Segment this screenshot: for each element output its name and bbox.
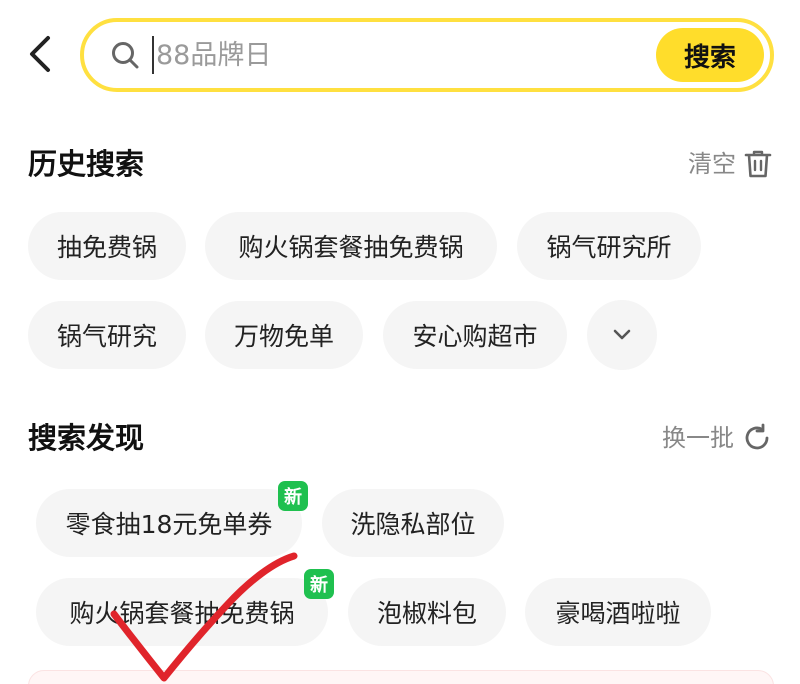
top-bar: 搜索 [0,0,800,110]
history-chip[interactable]: 购火锅套餐抽免费锅 [205,212,497,280]
discover-chip[interactable]: 豪喝酒啦啦 [525,578,711,646]
history-chip[interactable]: 锅气研究 [28,301,186,369]
discover-chip[interactable]: 零食抽18元免单券 [36,489,302,557]
new-badge: 新 [278,481,308,511]
clear-history-button[interactable]: 清空 [688,142,772,186]
discover-chip-label: 泡椒料包 [376,599,477,628]
history-title: 历史搜索 [28,147,145,181]
history-chip[interactable]: 安心购超市 [383,301,567,369]
trash-icon [744,150,772,178]
discover-chip[interactable]: 购火锅套餐抽免费锅 [36,578,328,646]
chevron-down-icon [613,329,631,340]
discover-chip[interactable]: 泡椒料包 [348,578,506,646]
text-cursor [152,36,154,74]
new-badge: 新 [304,569,334,599]
back-button[interactable] [22,34,58,74]
bottom-card-edge [28,670,774,684]
discover-chip[interactable]: 洗隐私部位 [322,489,504,557]
search-icon [112,42,139,69]
discover-chip-label: 洗隐私部位 [350,510,476,539]
refresh-discover-button[interactable]: 换一批 [662,416,772,460]
refresh-discover-label: 换一批 [662,424,734,452]
discover-chip-label: 购火锅套餐抽免费锅 [69,599,295,628]
clear-history-label: 清空 [688,150,736,178]
search-box[interactable]: 搜索 [80,18,774,92]
history-header: 历史搜索 清空 [28,142,772,186]
expand-history-button[interactable] [587,300,657,370]
discover-header: 搜索发现 换一批 [28,416,772,460]
search-input[interactable] [156,32,636,78]
history-chip[interactable]: 锅气研究所 [517,212,701,280]
refresh-icon [745,423,769,450]
chevron-left-icon [30,36,50,72]
search-button[interactable]: 搜索 [656,28,764,82]
discover-title: 搜索发现 [28,421,145,455]
search-page: 搜索 历史搜索 清空 抽免费锅 购火锅套餐抽免费锅 锅气研究所 锅气研究 万物免… [0,0,800,684]
discover-chip-label: 零食抽18元免单券 [65,510,273,539]
discover-chip-label: 豪喝酒啦啦 [555,599,681,628]
history-chip[interactable]: 万物免单 [205,301,363,369]
history-chip[interactable]: 抽免费锅 [28,212,186,280]
